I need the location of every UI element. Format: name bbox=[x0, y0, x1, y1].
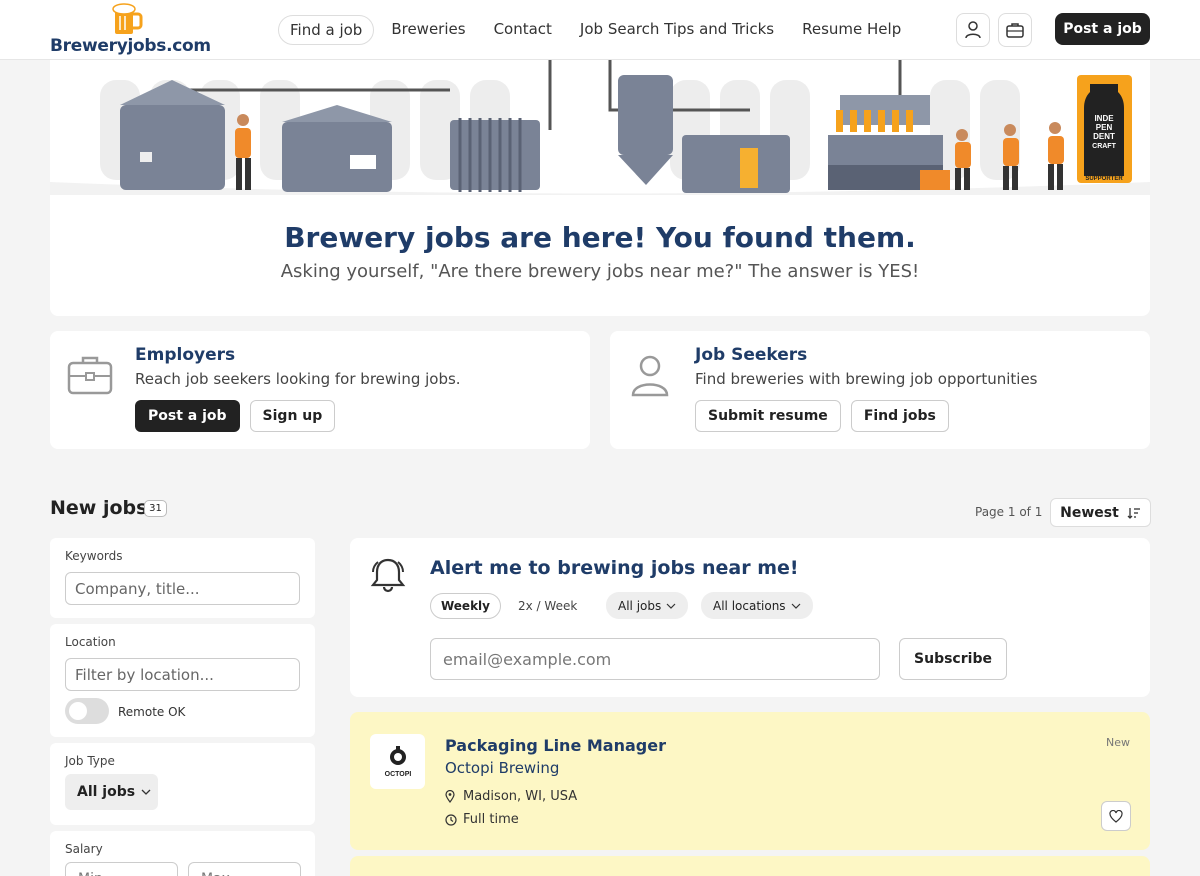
job-location: Madison, WI, USA bbox=[445, 789, 577, 804]
keywords-filter: Keywords Company, title... bbox=[50, 538, 315, 618]
alert-locations-dropdown[interactable]: All locations bbox=[701, 592, 813, 619]
new-badge: New bbox=[1106, 736, 1130, 749]
alert-locations-value: All locations bbox=[713, 598, 786, 613]
job-listing[interactable]: OCTOPI Packaging Line Manager Octopi Bre… bbox=[350, 712, 1150, 850]
job-count-badge: 31 bbox=[144, 500, 167, 517]
job-seekers-actions: Submit resume Find jobs bbox=[695, 400, 949, 432]
salary-label: Salary bbox=[65, 842, 103, 856]
hero-title: Brewery jobs are here! You found them. bbox=[284, 221, 916, 254]
job-type: Full time bbox=[445, 812, 519, 827]
job-type-value: All jobs bbox=[77, 784, 136, 800]
job-company[interactable]: Octopi Brewing bbox=[445, 759, 559, 777]
user-icon bbox=[965, 21, 981, 39]
salary-inputs: Min Max bbox=[65, 862, 301, 876]
email-field[interactable]: email@example.com bbox=[430, 638, 880, 680]
keywords-input[interactable]: Company, title... bbox=[65, 572, 300, 605]
frequency-weekly[interactable]: Weekly bbox=[430, 593, 501, 619]
badge-line-4: CRAFT bbox=[1092, 143, 1116, 150]
briefcase-icon bbox=[1006, 23, 1024, 38]
company-logo: OCTOPI bbox=[370, 734, 425, 789]
clock-icon bbox=[445, 813, 457, 826]
job-seekers-title: Job Seekers bbox=[695, 345, 808, 365]
toggle-knob bbox=[69, 702, 87, 720]
frequency-2x-week[interactable]: 2x / Week bbox=[518, 599, 577, 613]
nav-job-tips[interactable]: Job Search Tips and Tricks bbox=[569, 15, 785, 45]
job-listing-partial[interactable] bbox=[350, 856, 1150, 876]
briefcase-icon bbox=[67, 356, 113, 395]
job-title[interactable]: Packaging Line Manager bbox=[445, 736, 666, 755]
brewery-illustration: INDE PEN DENT CRAFT SUPPORTER bbox=[50, 60, 1150, 195]
find-jobs-button[interactable]: Find jobs bbox=[850, 400, 949, 432]
salary-filter: Salary Min Max bbox=[50, 831, 315, 876]
employers-title: Employers bbox=[135, 345, 236, 365]
submit-resume-button[interactable]: Submit resume bbox=[695, 400, 841, 432]
chevron-down-icon bbox=[666, 603, 676, 609]
location-filter: Location Filter by location... Remote OK bbox=[50, 624, 315, 737]
octopi-logo-icon: OCTOPI bbox=[384, 745, 411, 778]
location-input[interactable]: Filter by location... bbox=[65, 658, 300, 691]
nav-resume-help[interactable]: Resume Help bbox=[791, 15, 912, 45]
employers-signup-button[interactable]: Sign up bbox=[249, 400, 336, 432]
job-seekers-card: Job Seekers Find breweries with brewing … bbox=[610, 331, 1150, 449]
salary-min-input[interactable]: Min bbox=[65, 862, 178, 876]
bell-icon bbox=[370, 558, 406, 593]
badge-line-3: DENT bbox=[1093, 132, 1115, 141]
employers-actions: Post a job Sign up bbox=[135, 400, 336, 432]
job-type-filter: Job Type All jobs bbox=[50, 743, 315, 825]
alert-title: Alert me to brewing jobs near me! bbox=[430, 557, 799, 579]
alert-jobs-dropdown[interactable]: All jobs bbox=[606, 592, 689, 619]
alert-jobs-value: All jobs bbox=[618, 598, 662, 613]
site-logo[interactable]: Breweryjobs.com bbox=[50, 2, 211, 58]
nav-find-job[interactable]: Find a job bbox=[278, 15, 375, 45]
new-jobs-title: New jobs bbox=[50, 497, 148, 519]
remote-toggle[interactable] bbox=[65, 698, 109, 724]
badge-supporter: SUPPORTER bbox=[1085, 176, 1123, 182]
beer-mug-icon bbox=[112, 3, 143, 34]
hero-subtitle: Asking yourself, "Are there brewery jobs… bbox=[280, 261, 920, 282]
employers-post-job-button[interactable]: Post a job bbox=[135, 400, 240, 432]
location-pin-icon bbox=[445, 790, 455, 803]
nav-contact[interactable]: Contact bbox=[483, 15, 563, 45]
sort-icon bbox=[1127, 507, 1140, 519]
employer-button[interactable] bbox=[998, 13, 1032, 47]
location-label: Location bbox=[65, 635, 116, 649]
job-type-dropdown[interactable]: All jobs bbox=[65, 774, 158, 810]
post-job-button[interactable]: Post a job bbox=[1055, 13, 1150, 45]
logo-text: Breweryjobs.com bbox=[50, 36, 211, 56]
remote-label: Remote OK bbox=[118, 705, 186, 719]
user-icon bbox=[631, 355, 669, 397]
page-info: Page 1 of 1 bbox=[975, 505, 1043, 519]
nav-links: Find a job Breweries Contact Job Search … bbox=[278, 15, 912, 45]
chevron-down-icon bbox=[791, 603, 800, 609]
badge-line-2: PEN bbox=[1096, 123, 1113, 132]
job-type-label: Job Type bbox=[65, 754, 115, 768]
company-logo-text: OCTOPI bbox=[384, 771, 411, 778]
chevron-down-icon bbox=[141, 789, 151, 795]
employers-card: Employers Reach job seekers looking for … bbox=[50, 331, 590, 449]
keywords-label: Keywords bbox=[65, 549, 123, 563]
job-type-text: Full time bbox=[463, 812, 519, 827]
salary-max-input[interactable]: Max bbox=[188, 862, 301, 876]
subscribe-button[interactable]: Subscribe bbox=[899, 638, 1007, 680]
nav-breweries[interactable]: Breweries bbox=[380, 15, 476, 45]
job-seekers-desc: Find breweries with brewing job opportun… bbox=[695, 370, 1038, 388]
employers-desc: Reach job seekers looking for brewing jo… bbox=[135, 370, 461, 388]
top-nav: Breweryjobs.com Find a job Breweries Con… bbox=[0, 0, 1200, 60]
badge-line-1: INDE bbox=[1094, 114, 1114, 123]
favorite-button[interactable] bbox=[1101, 801, 1131, 831]
account-button[interactable] bbox=[956, 13, 990, 47]
job-alert-box: Alert me to brewing jobs near me! Weekly… bbox=[350, 538, 1150, 697]
sort-button[interactable]: Newest bbox=[1050, 498, 1151, 527]
heart-icon bbox=[1109, 809, 1123, 823]
job-location-text: Madison, WI, USA bbox=[463, 789, 578, 804]
sort-label: Newest bbox=[1060, 504, 1119, 521]
